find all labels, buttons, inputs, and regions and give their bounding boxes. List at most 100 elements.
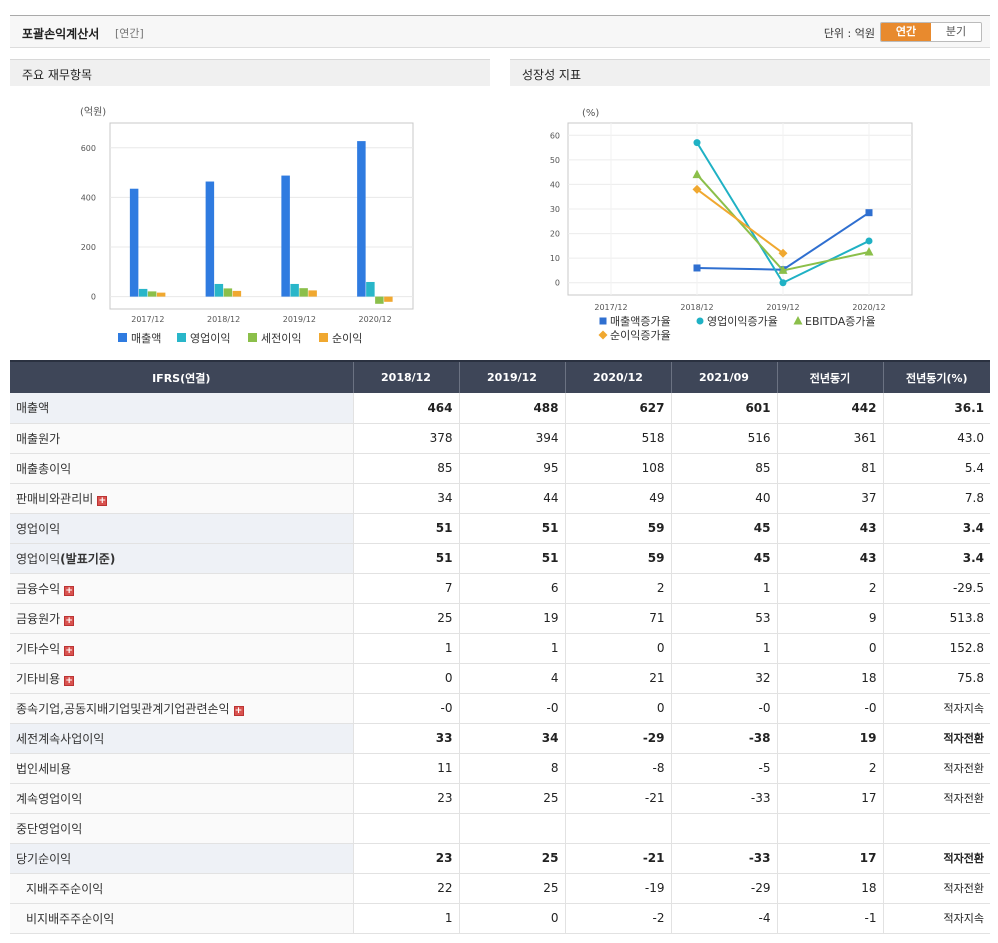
- row-label: 매출액: [10, 393, 354, 424]
- period-toggle: 연간 분기: [880, 22, 982, 42]
- expand-icon[interactable]: +: [233, 705, 244, 716]
- table-cell: 71: [565, 603, 672, 634]
- table-cell: 적자전환: [883, 873, 990, 904]
- x-tick-label: 2018/12: [680, 303, 713, 312]
- x-tick-label: 2020/12: [359, 315, 392, 324]
- x-tick-label: 2020/12: [852, 303, 885, 312]
- header-period: 전년동기(%): [883, 360, 990, 393]
- table-cell: 513.8: [883, 603, 990, 634]
- table-cell: 25: [459, 873, 566, 904]
- table-cell: 59: [565, 543, 672, 574]
- expand-icon[interactable]: +: [64, 675, 75, 686]
- table-cell: 7: [353, 573, 460, 604]
- table-cell: 51: [353, 543, 460, 574]
- y-tick-label: 10: [550, 254, 560, 263]
- x-tick-label: 2019/12: [283, 315, 316, 324]
- row-label: 금융원가 +: [10, 603, 354, 634]
- bar: [375, 296, 384, 304]
- legend-label: 매출액증가율: [610, 315, 671, 328]
- data-point: [779, 279, 787, 287]
- income-statement-table: IFRS(연결) 2018/12 2019/12 2020/12 2021/09 전년동기…: [10, 360, 990, 934]
- table-cell: 43: [777, 543, 884, 574]
- period-label: [연간]: [115, 27, 144, 40]
- data-point: [693, 264, 701, 272]
- table-cell: 81: [777, 453, 884, 484]
- table-cell: 627: [565, 393, 672, 424]
- legend-swatch: [319, 333, 328, 342]
- growth-chart: (%) 0 10 20 30 40 50 60 2017/12 2018/12 2019/12 202…: [550, 108, 913, 342]
- x-tick-label: 2019/12: [766, 303, 799, 312]
- y-tick-label: 600: [81, 144, 96, 153]
- table-cell: 32: [671, 663, 778, 694]
- table-cell: 51: [353, 513, 460, 544]
- table-cell: -38: [671, 723, 778, 754]
- table-cell: 25: [353, 603, 460, 634]
- table-row: 종속기업,공동지배기업및관계기업관련손익 + -0 -0 0 -0 -0 적자지속: [10, 693, 990, 724]
- y-tick-label: 20: [550, 230, 560, 239]
- table-row: 판매비와관리비 +34 44 49 40 37 7.8: [10, 483, 990, 514]
- table-cell: 적자전환: [883, 783, 990, 814]
- table-cell: 19: [459, 603, 566, 634]
- table-cell: 51: [459, 513, 566, 544]
- table-row: 금융수익 +7 6 2 1 2 -29.5: [10, 573, 990, 604]
- table-cell: 3.4: [883, 543, 990, 574]
- row-label: 매출총이익: [10, 453, 354, 484]
- table-cell: -0: [777, 693, 884, 724]
- row-label: 중단영업이익: [10, 813, 354, 844]
- key-financials-title: 주요 재무항목: [10, 59, 490, 86]
- table-cell: 601: [671, 393, 778, 424]
- row-label: 영업이익: [10, 513, 354, 544]
- table-cell: 33: [353, 723, 460, 754]
- header-label-column: IFRS(연결): [10, 360, 354, 393]
- expand-icon[interactable]: +: [97, 495, 108, 506]
- table-row: 당기순이익 23 25 -21 -33 17 적자전환: [10, 843, 990, 874]
- table-cell: 9: [777, 603, 884, 634]
- data-point: [598, 330, 608, 340]
- bar: [299, 288, 308, 297]
- tab-quarterly[interactable]: 분기: [931, 23, 981, 41]
- table-cell: 45: [671, 513, 778, 544]
- table-row: 세전계속사업이익 33 34 -29 -38 19 적자전환: [10, 723, 990, 754]
- table-cell: -29: [671, 873, 778, 904]
- table-row: 금융원가 +25 19 71 53 9 513.8: [10, 603, 990, 634]
- y-tick-label: 50: [550, 156, 560, 165]
- table-cell: 108: [565, 453, 672, 484]
- table-row: 영업이익 51 51 59 45 43 3.4: [10, 513, 990, 544]
- table-cell: 43.0: [883, 423, 990, 454]
- table-cell: 95: [459, 453, 566, 484]
- row-label: 영업이익(발표기준): [10, 543, 354, 574]
- table-row: 매출총이익 85 95 108 85 81 5.4: [10, 453, 990, 484]
- table-cell: 23: [353, 783, 460, 814]
- table-cell: 적자전환: [883, 843, 990, 874]
- table-cell: 22: [353, 873, 460, 904]
- row-label: 판매비와관리비 +: [10, 483, 354, 514]
- expand-icon[interactable]: +: [64, 615, 75, 626]
- table-cell: 적자지속: [883, 693, 990, 724]
- header-period: 2020/12: [565, 360, 672, 393]
- plot-area: [109, 122, 414, 310]
- table-cell: 5.4: [883, 453, 990, 484]
- tab-annual[interactable]: 연간: [881, 23, 931, 41]
- table-cell: 2: [565, 573, 672, 604]
- table-cell: 361: [777, 423, 884, 454]
- table-cell: 152.8: [883, 633, 990, 664]
- table-cell: 43: [777, 513, 884, 544]
- y-tick-label: 40: [550, 180, 560, 189]
- header-period: 2021/09: [671, 360, 778, 393]
- legend-label: 매출액: [131, 332, 161, 345]
- row-label: 기타비용 +: [10, 663, 354, 694]
- legend-swatch: [118, 333, 127, 342]
- x-tick-label: 2017/12: [131, 315, 164, 324]
- expand-icon[interactable]: +: [64, 585, 75, 596]
- table-cell: 85: [353, 453, 460, 484]
- y-tick-label: 0: [91, 293, 96, 302]
- table-cell: -19: [565, 873, 672, 904]
- table-cell: 75.8: [883, 663, 990, 694]
- y-tick-label: 30: [550, 205, 560, 214]
- table-cell: 442: [777, 393, 884, 424]
- table-cell: 17: [777, 843, 884, 874]
- expand-icon[interactable]: +: [64, 645, 75, 656]
- table-cell: 3.4: [883, 513, 990, 544]
- table-cell: [565, 813, 672, 844]
- table-cell: [459, 813, 566, 844]
